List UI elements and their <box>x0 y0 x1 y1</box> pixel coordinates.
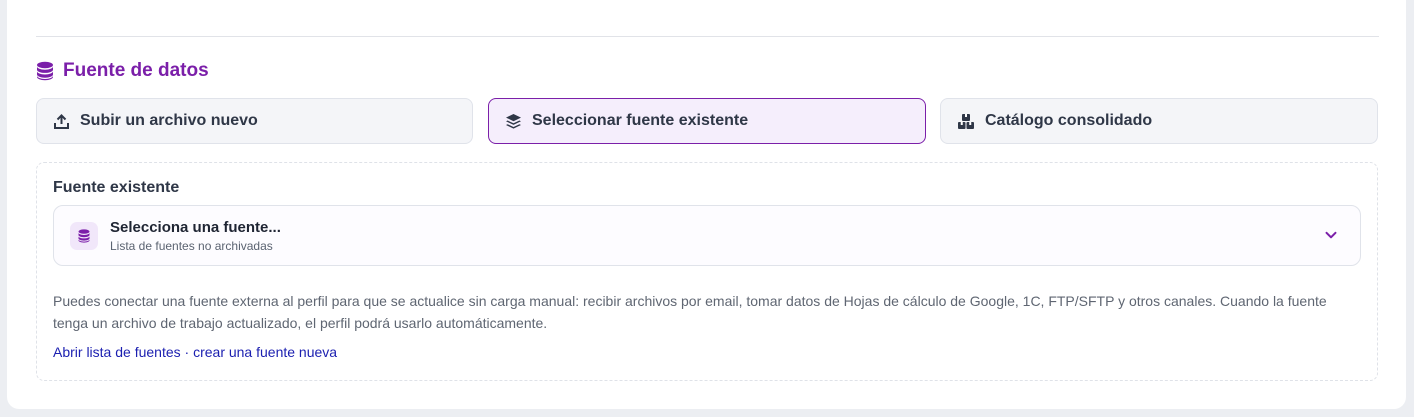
source-links: Abrir lista de fuentes · crear una fuent… <box>53 344 337 360</box>
option-label: Catálogo consolidado <box>985 112 1153 129</box>
option-label: Subir un archivo nuevo <box>80 112 258 129</box>
option-consolidated-catalog[interactable]: Catálogo consolidado <box>940 98 1378 144</box>
section-title-text: Fuente de datos <box>63 60 209 81</box>
database-icon <box>70 222 98 250</box>
option-label: Seleccionar fuente existente <box>532 112 749 129</box>
source-select[interactable]: Selecciona una fuente... Lista de fuente… <box>53 205 1361 266</box>
divider <box>36 36 1379 37</box>
select-placeholder: Selecciona una fuente... <box>110 219 281 236</box>
chevron-down-icon[interactable] <box>1324 228 1338 242</box>
layers-icon <box>505 113 522 130</box>
upload-icon <box>53 113 70 130</box>
boxes-icon <box>957 113 975 130</box>
create-new-source-link[interactable]: crear una fuente nueva <box>193 344 337 360</box>
option-upload-new-file[interactable]: Subir un archivo nuevo <box>36 98 473 144</box>
select-subtitle: Lista de fuentes no archivadas <box>110 239 273 253</box>
open-source-list-link[interactable]: Abrir lista de fuentes <box>53 344 181 360</box>
database-icon <box>36 61 54 81</box>
link-separator: · <box>180 344 194 360</box>
section-title: Fuente de datos <box>36 59 209 83</box>
option-select-existing-source[interactable]: Seleccionar fuente existente <box>488 98 926 144</box>
existing-source-label: Fuente existente <box>53 179 180 196</box>
help-text: Puedes conectar una fuente externa al pe… <box>53 293 1327 331</box>
